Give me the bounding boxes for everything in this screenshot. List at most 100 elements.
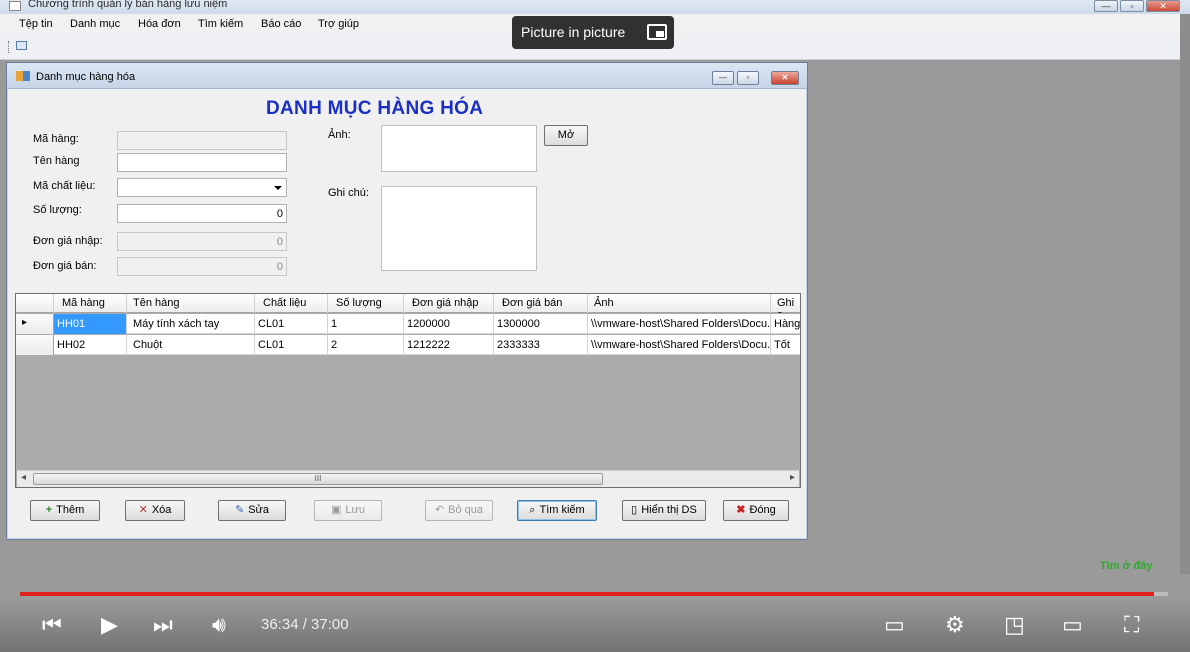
- col-ghi-chu[interactable]: Ghi c: [771, 294, 800, 313]
- right-edge: [1180, 14, 1190, 574]
- cell-ma-hang[interactable]: HH02: [54, 335, 127, 355]
- menu-bao-cao[interactable]: Báo cáo: [261, 18, 301, 30]
- channel-watermark: Tìm ở đây: [1100, 560, 1153, 572]
- luu-button[interactable]: ▣ Lưu: [314, 500, 382, 521]
- col-don-gia-nhap[interactable]: Đơn giá nhập: [404, 294, 494, 313]
- hang-hoa-grid[interactable]: Mã hàng Tên hàng Chất liệu Số lượng Đơn …: [15, 293, 801, 488]
- grid-corner: [16, 294, 54, 313]
- xoa-label: Xóa: [151, 504, 172, 516]
- ma-hang-label: Mã hàng:: [33, 133, 79, 145]
- table-row[interactable]: HH02 Chuột CL01 2 1212222 2333333 \\vmwa…: [16, 335, 800, 355]
- anh-label: Ảnh:: [328, 129, 351, 141]
- previous-icon[interactable]: ⏮: [42, 614, 62, 636]
- so-luong-label: Số lượng:: [33, 204, 82, 216]
- restore-button[interactable]: ▫: [1120, 0, 1144, 12]
- table-row[interactable]: ▸ HH01 Máy tính xách tay CL01 1 1200000 …: [16, 314, 800, 334]
- miniplayer-icon[interactable]: ◳: [1004, 614, 1025, 636]
- cell-so-luong[interactable]: 1: [328, 314, 404, 334]
- don-gia-nhap-label: Đơn giá nhập:: [33, 235, 103, 247]
- hien-thi-ds-label: Hiển thị DS: [641, 504, 697, 516]
- cell-don-gia-nhap[interactable]: 1212222: [404, 335, 494, 355]
- form-minimize-button[interactable]: —: [712, 71, 734, 85]
- app-window: Chương trình quản lý bán hàng lưu niệm —…: [0, 0, 1190, 652]
- horizontal-scrollbar[interactable]: ◂ III ▸: [17, 470, 799, 487]
- ma-hang-field[interactable]: [117, 131, 287, 150]
- form-maximize-button[interactable]: ▫: [737, 71, 759, 85]
- video-progress-fill: [20, 592, 1155, 596]
- tim-kiem-button[interactable]: ⌕ Tìm kiếm: [517, 500, 597, 521]
- menu-tim-kiem[interactable]: Tìm kiếm: [198, 18, 243, 30]
- play-icon[interactable]: ▶: [101, 614, 118, 636]
- document-icon: ▯: [631, 504, 638, 516]
- next-icon[interactable]: ⏭: [153, 614, 173, 636]
- col-ten-hang[interactable]: Tên hàng: [127, 294, 255, 313]
- row-header[interactable]: [16, 335, 54, 355]
- menu-tep-tin[interactable]: Tệp tin: [19, 18, 53, 30]
- cell-ma-hang[interactable]: HH01: [54, 314, 127, 334]
- scroll-left-icon[interactable]: ◂: [21, 472, 26, 483]
- don-gia-ban-field[interactable]: 0: [117, 257, 287, 276]
- ma-chat-lieu-label: Mã chất liệu:: [33, 180, 96, 192]
- don-gia-nhap-field[interactable]: 0: [117, 232, 287, 251]
- minimize-button[interactable]: —: [1094, 0, 1118, 12]
- col-anh[interactable]: Ảnh: [588, 294, 771, 313]
- xoa-button[interactable]: ✕ Xóa: [125, 500, 185, 521]
- cell-ghi-chu[interactable]: Tốt: [771, 335, 800, 355]
- app-title: Chương trình quản lý bán hàng lưu niệm: [28, 0, 228, 10]
- ten-hang-field[interactable]: [117, 153, 287, 172]
- form-titlebar: Danh mục hàng hóa — ▫ ✕: [7, 63, 807, 89]
- theater-mode-icon[interactable]: ▭: [1062, 614, 1083, 636]
- volume-icon[interactable]: 🔊︎: [212, 614, 226, 636]
- cell-chat-lieu[interactable]: CL01: [255, 335, 328, 355]
- ghi-chu-field[interactable]: [381, 186, 537, 271]
- cell-anh[interactable]: \\vmware-host\Shared Folders\Docu...: [588, 314, 771, 334]
- so-luong-field[interactable]: 0: [117, 204, 287, 223]
- grid-header: Mã hàng Tên hàng Chất liệu Số lượng Đơn …: [16, 294, 800, 313]
- menu-hoa-don[interactable]: Hóa đơn: [138, 18, 181, 30]
- cell-ten-hang[interactable]: Máy tính xách tay: [127, 314, 255, 334]
- chevron-down-icon: [274, 186, 282, 190]
- row-header[interactable]: ▸: [16, 314, 54, 334]
- subtitles-icon[interactable]: ▭: [884, 614, 905, 636]
- hien-thi-ds-button[interactable]: ▯ Hiển thị DS: [622, 500, 706, 521]
- ma-chat-lieu-combo[interactable]: [117, 178, 287, 197]
- save-icon: ▣: [330, 504, 342, 516]
- cell-so-luong[interactable]: 2: [328, 335, 404, 355]
- sua-button[interactable]: ✎ Sửa: [218, 500, 286, 521]
- them-button[interactable]: + Thêm: [30, 500, 100, 521]
- app-icon: [9, 1, 21, 11]
- cell-ghi-chu[interactable]: Hàng: [771, 314, 800, 334]
- cell-don-gia-ban[interactable]: 1300000: [494, 314, 588, 334]
- pencil-icon: ✎: [234, 504, 245, 516]
- col-don-gia-ban[interactable]: Đơn giá bán: [494, 294, 588, 313]
- cell-anh[interactable]: \\vmware-host\Shared Folders\Docu...: [588, 335, 771, 355]
- ghi-chu-label: Ghi chú:: [328, 187, 369, 199]
- col-so-luong[interactable]: Số lượng: [328, 294, 404, 313]
- cell-don-gia-ban[interactable]: 2333333: [494, 335, 588, 355]
- picture-in-picture-tooltip[interactable]: Picture in picture: [512, 16, 674, 49]
- col-chat-lieu[interactable]: Chất liệu: [255, 294, 328, 313]
- close-button[interactable]: ✕: [1146, 0, 1180, 12]
- video-progress-bar[interactable]: [20, 592, 1168, 596]
- anh-field[interactable]: [381, 125, 537, 172]
- menu-tro-giup[interactable]: Trợ giúp: [318, 18, 359, 30]
- col-ma-hang[interactable]: Mã hàng: [54, 294, 127, 313]
- bo-qua-button[interactable]: ↶ Bỏ qua: [425, 500, 493, 521]
- form-title: Danh mục hàng hóa: [36, 71, 136, 83]
- search-icon: ⌕: [529, 504, 536, 516]
- close-icon: ✖: [736, 504, 746, 516]
- cell-don-gia-nhap[interactable]: 1200000: [404, 314, 494, 334]
- dong-button[interactable]: ✖ Đóng: [723, 500, 789, 521]
- scroll-right-icon[interactable]: ▸: [790, 472, 795, 483]
- form-close-button[interactable]: ✕: [771, 71, 799, 85]
- scroll-thumb[interactable]: III: [33, 473, 603, 485]
- toolstrip-grip[interactable]: [8, 41, 10, 53]
- cell-chat-lieu[interactable]: CL01: [255, 314, 328, 334]
- mo-button[interactable]: Mở: [544, 125, 588, 146]
- menu-danh-muc[interactable]: Danh mục: [70, 18, 120, 30]
- fullscreen-icon[interactable]: ⛶: [1124, 614, 1139, 636]
- cell-ten-hang[interactable]: Chuột: [127, 335, 255, 355]
- app-titlebar: Chương trình quản lý bán hàng lưu niệm —…: [0, 0, 1190, 14]
- gear-icon[interactable]: ⚙: [945, 614, 965, 636]
- window-icon[interactable]: [16, 41, 27, 50]
